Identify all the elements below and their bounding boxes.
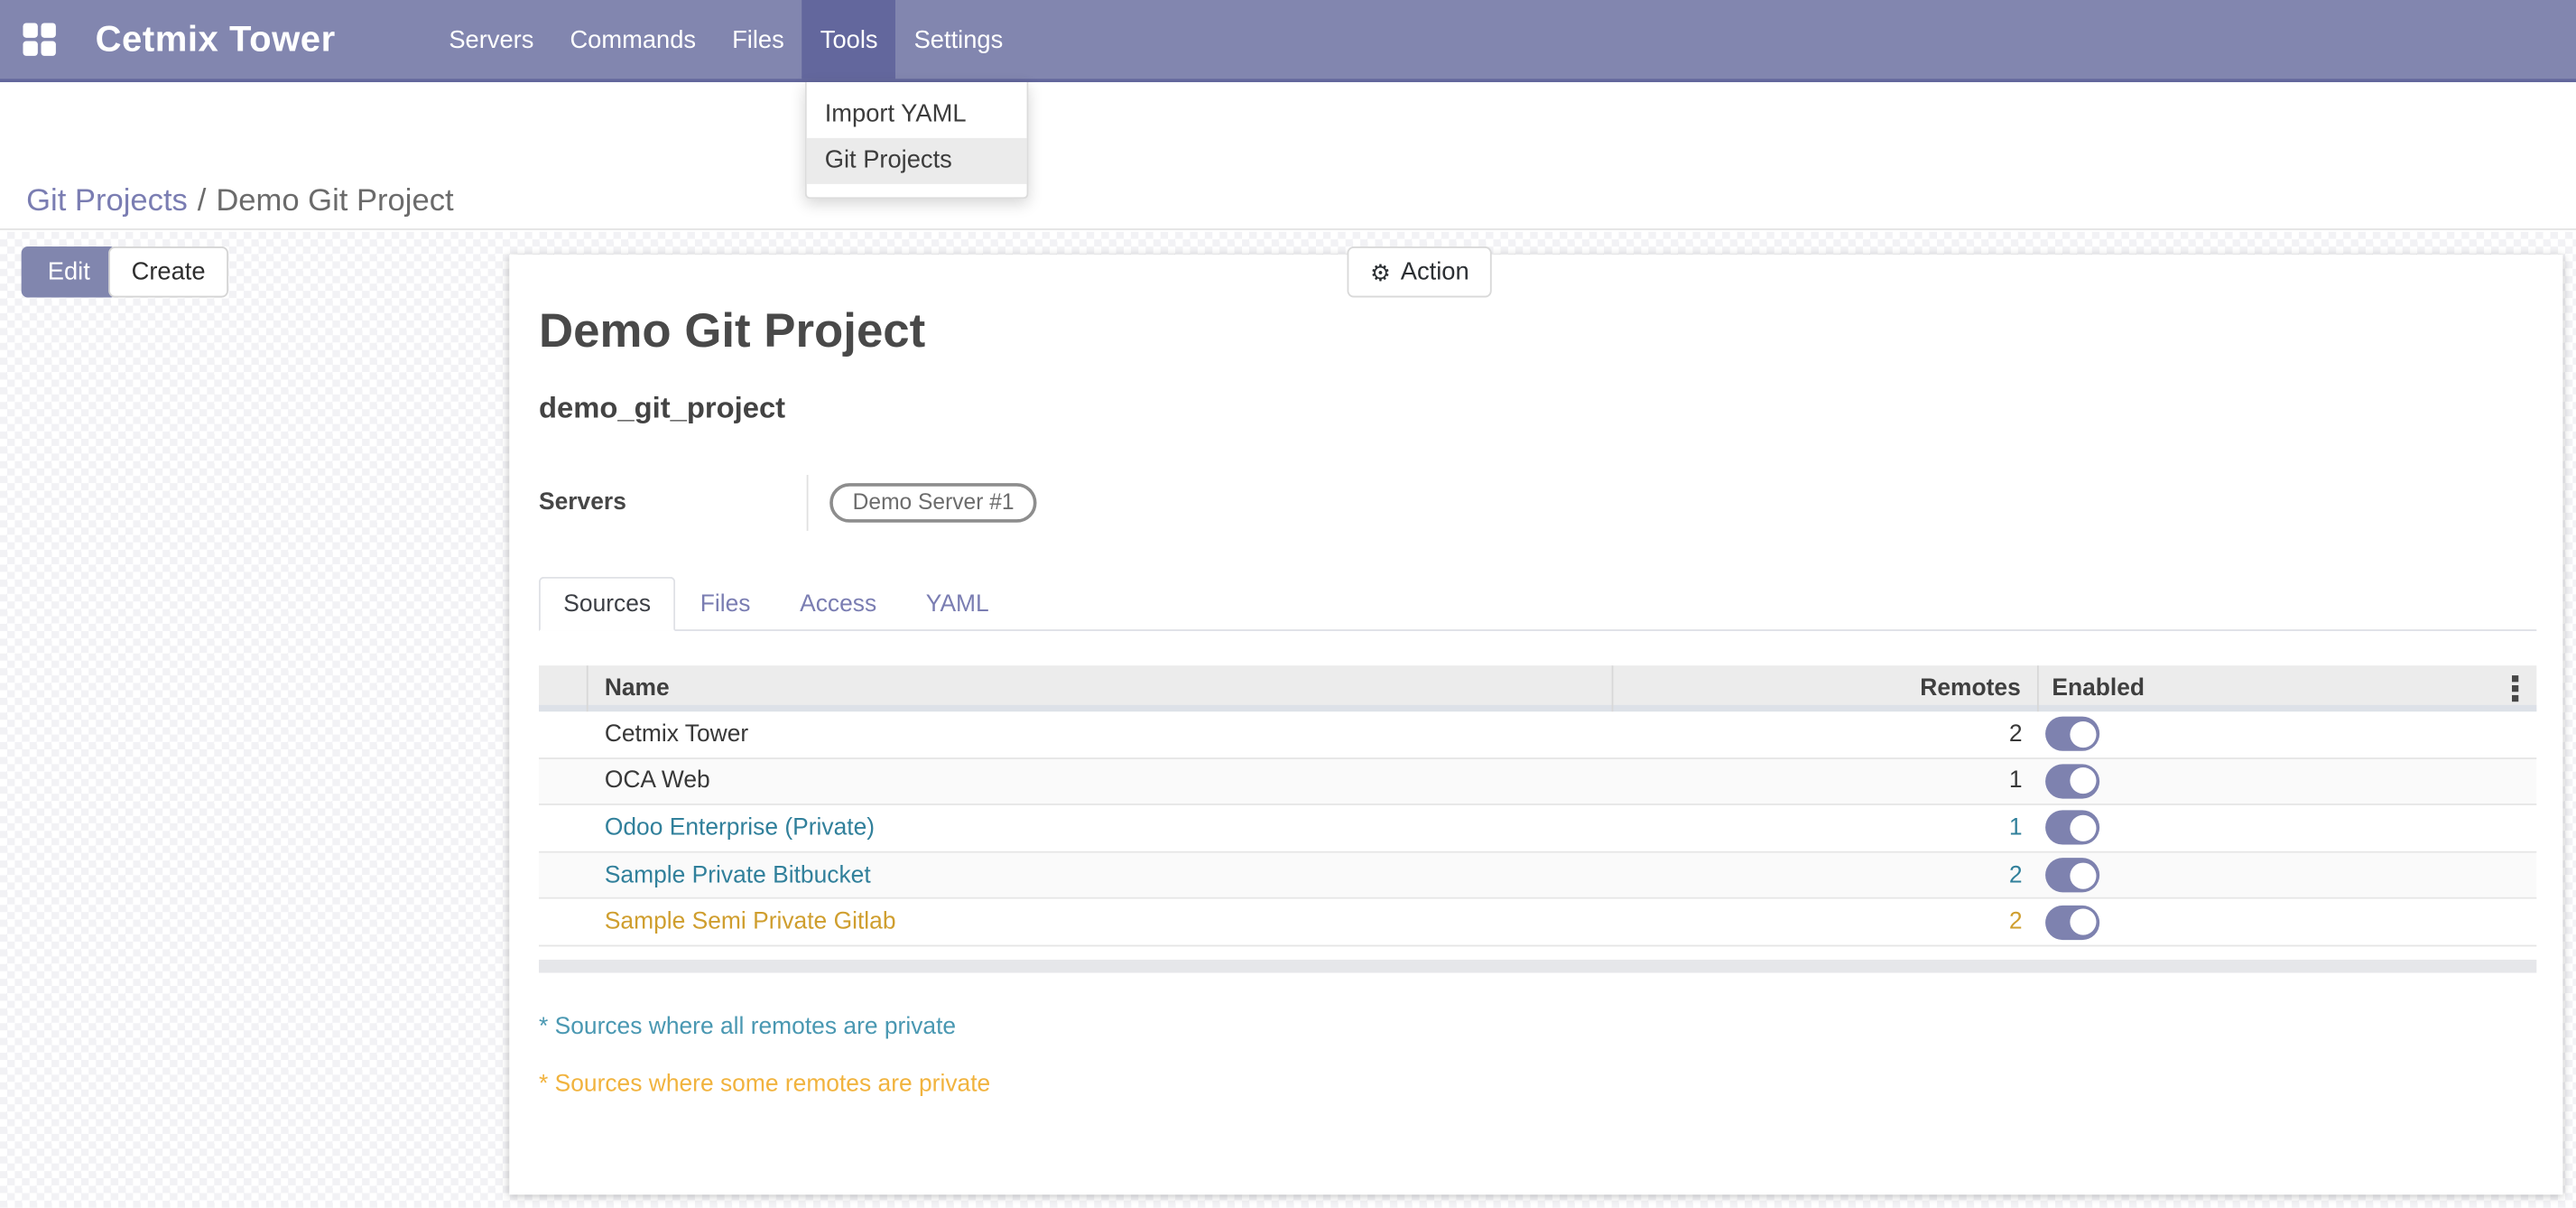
toggle-knob [2070, 768, 2096, 794]
column-header-enabled[interactable]: Enabled [2039, 665, 2537, 711]
horizontal-scrollbar[interactable] [539, 960, 2536, 973]
nav-item-servers[interactable]: Servers [431, 0, 551, 79]
brand-title[interactable]: Cetmix Tower [56, 0, 385, 79]
apps-menu-button[interactable] [0, 0, 56, 79]
action-button-label: Action [1401, 258, 1469, 286]
table-row[interactable]: Sample Private Bitbucket 2 [539, 852, 2536, 899]
dropdown-item-import-yaml[interactable]: Import YAML [807, 92, 1027, 138]
toggle-knob [2070, 721, 2096, 748]
source-remotes-count: 1 [1613, 768, 2038, 794]
navbar-menu: Servers Commands Files Tools Settings [431, 0, 1021, 79]
tab-files[interactable]: Files [675, 577, 774, 631]
enabled-toggle[interactable] [2045, 858, 2099, 892]
source-remotes-count: 2 [1613, 721, 2038, 748]
action-menu-button[interactable]: ⚙︎ Action [1348, 246, 1493, 297]
edit-button[interactable]: Edit [22, 246, 116, 297]
field-separator [807, 475, 809, 531]
apps-grid-icon [23, 23, 55, 55]
notebook-tabs: Sources Files Access YAML [539, 575, 2536, 631]
source-remotes-count: 2 [1613, 862, 2038, 888]
app-root: Cetmix Tower Servers Commands Files Tool… [0, 0, 2576, 1208]
footnote-all-private: * Sources where all remotes are private [539, 1014, 956, 1040]
nav-item-commands[interactable]: Commands [551, 0, 714, 79]
table-row[interactable]: OCA Web 1 [539, 758, 2536, 805]
enabled-toggle[interactable] [2045, 764, 2099, 798]
source-remotes-count: 2 [1613, 909, 2038, 935]
column-header-name[interactable]: Name [588, 665, 1614, 711]
toggle-knob [2070, 815, 2096, 841]
gear-icon: ⚙︎ [1370, 260, 1391, 283]
table-row[interactable]: Sample Semi Private Gitlab 2 [539, 899, 2536, 946]
content-background: Demo Git Project demo_git_project Server… [0, 232, 2576, 1208]
sources-table: Name Remotes Enabled Cetmix Tower 2 OCA … [539, 665, 2536, 946]
footnote-some-private: * Sources where some remotes are private [539, 1072, 990, 1098]
toggle-knob [2070, 862, 2096, 888]
breadcrumb: Git Projects / Demo Git Project [26, 184, 453, 220]
servers-field-label: Servers [539, 489, 807, 516]
record-technical-name: demo_git_project [539, 391, 785, 425]
enabled-toggle[interactable] [2045, 905, 2099, 939]
record-card: Demo Git Project demo_git_project Server… [509, 255, 2562, 1194]
toggle-knob [2070, 909, 2096, 935]
create-button[interactable]: Create [108, 246, 228, 297]
control-panel: Git Projects/Demo Git Project Edit Creat… [0, 82, 2576, 230]
source-remotes-count: 1 [1613, 815, 2038, 841]
optional-columns-kebab-icon[interactable] [2497, 665, 2534, 711]
nav-item-settings[interactable]: Settings [896, 0, 1022, 79]
enabled-toggle[interactable] [2045, 717, 2099, 751]
enabled-toggle[interactable] [2045, 811, 2099, 845]
source-name[interactable]: Odoo Enterprise (Private) [588, 815, 1614, 841]
tools-dropdown-menu: Import YAML Git Projects [805, 82, 1029, 199]
dropdown-item-git-projects[interactable]: Git Projects [807, 138, 1027, 184]
table-handle-column-header [539, 665, 588, 711]
column-header-remotes[interactable]: Remotes [1613, 665, 2038, 711]
server-tag[interactable]: Demo Server #1 [829, 483, 1037, 523]
nav-item-tools[interactable]: Tools [802, 0, 896, 79]
source-name[interactable]: Sample Private Bitbucket [588, 862, 1614, 888]
breadcrumb-link-git-projects[interactable]: Git Projects [26, 184, 188, 218]
source-name[interactable]: Cetmix Tower [588, 721, 1614, 748]
top-navbar: Cetmix Tower Servers Commands Files Tool… [0, 0, 2576, 82]
breadcrumb-current: Demo Git Project [216, 184, 453, 218]
source-name[interactable]: OCA Web [588, 768, 1614, 794]
table-header-row: Name Remotes Enabled [539, 665, 2536, 711]
table-row[interactable]: Odoo Enterprise (Private) 1 [539, 805, 2536, 852]
tab-access[interactable]: Access [775, 577, 902, 631]
nav-item-files[interactable]: Files [714, 0, 802, 79]
tab-sources[interactable]: Sources [539, 577, 675, 631]
breadcrumb-separator: / [198, 184, 207, 218]
servers-field-row: Servers Demo Server #1 [539, 475, 1037, 531]
record-title: Demo Git Project [539, 306, 925, 360]
table-row[interactable]: Cetmix Tower 2 [539, 711, 2536, 758]
tab-yaml[interactable]: YAML [901, 577, 1014, 631]
source-name[interactable]: Sample Semi Private Gitlab [588, 909, 1614, 935]
